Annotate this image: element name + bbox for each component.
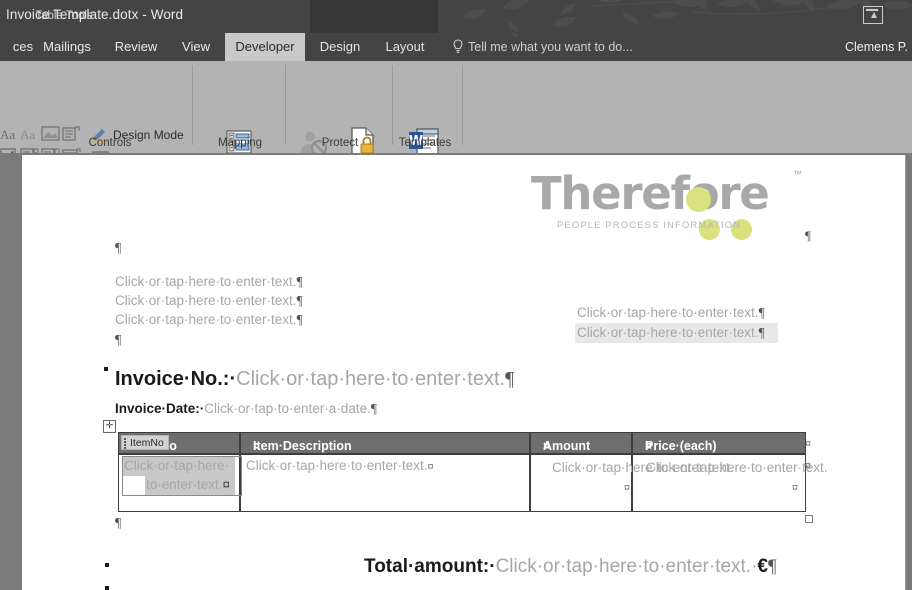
paragraph-mark-address-1: ¶ xyxy=(297,274,303,289)
cell-mark-price: ¤ xyxy=(792,480,798,494)
ribbon-tab-bar: ces Mailings Review View Developer Desig… xyxy=(0,33,912,61)
logo-dot-primary xyxy=(686,187,711,212)
table-resize-handle[interactable] xyxy=(805,515,813,523)
address-line-2-text[interactable]: Click·or·tap·here·to·enter·text. xyxy=(115,293,297,308)
address-line-2[interactable]: Click·or·tap·here·to·enter·text.¶ xyxy=(115,293,303,309)
content-control-tag-label: ItemNo xyxy=(130,437,164,449)
item-no-value-line-2[interactable]: to·enter·text.¤ xyxy=(146,477,230,492)
ribbon-display-options-icon[interactable] xyxy=(863,6,883,24)
content-control-drag-handle[interactable] xyxy=(124,438,127,449)
address-line-3[interactable]: Click·or·tap·here·to·enter·text.¶ xyxy=(115,312,303,328)
tab-layout[interactable]: Layout xyxy=(374,33,436,61)
paragraph-mark-address-3: ¶ xyxy=(297,312,303,327)
total-amount-label: Total·amount:· xyxy=(364,556,496,577)
table-header-cell-amount[interactable]: Amount¤ xyxy=(530,432,632,454)
window-title: Invoice Template.dotx - Word xyxy=(6,7,183,22)
group-separator-mapping xyxy=(285,65,286,145)
paragraph-mark-invoice-no: ¶ xyxy=(505,368,514,390)
group-label-templates: Templates xyxy=(390,136,460,150)
invoice-no-label: Invoice·No.:· xyxy=(115,368,236,390)
total-amount-line[interactable]: Total·amount:·Click·or·tap·here·to·enter… xyxy=(364,556,777,578)
group-label-controls: Controls xyxy=(30,136,190,150)
list-anchor-total xyxy=(105,563,109,567)
logo-wordmark: Therefore xyxy=(531,167,768,220)
document-page[interactable]: Therefore ™ PEOPLE PROCESS INFORMATION ¶… xyxy=(22,155,906,590)
amount-value[interactable]: Click·or·tap·here·to·enter·text.¤ xyxy=(552,458,630,497)
paragraph-mark-total: ¶ xyxy=(768,556,777,577)
paragraph-mark-recipient-2: ¶ xyxy=(759,325,765,340)
decorative-leaves-background xyxy=(442,0,912,33)
cell-mark-item-no: ¤ xyxy=(223,477,231,492)
paragraph-mark-after-table: ¶ xyxy=(115,516,121,532)
total-amount-value[interactable]: Click·or·tap·here·to·enter·text.· xyxy=(496,556,758,577)
lightbulb-icon xyxy=(452,39,464,55)
recipient-line-2-text[interactable]: Click·or·tap·here·to·enter·text. xyxy=(577,325,759,340)
currency-symbol: € xyxy=(757,556,768,577)
paragraph-mark-empty-1: ¶ xyxy=(115,241,121,257)
description-value-text[interactable]: Click·or·tap·here·to·enter·text. xyxy=(246,458,428,473)
cell-mark-description: ¤ xyxy=(428,459,434,473)
group-label-mapping: Mapping xyxy=(196,136,284,150)
tab-design[interactable]: Design xyxy=(310,33,370,61)
recipient-line-1-text[interactable]: Click·or·tap·here·to·enter·text. xyxy=(577,305,759,320)
group-label-protect: Protect xyxy=(290,136,390,150)
group-separator-controls xyxy=(192,65,193,145)
table-header-cell-price[interactable]: Price·(each)¤ xyxy=(632,432,806,454)
address-line-1-text[interactable]: Click·or·tap·here·to·enter·text. xyxy=(115,274,297,289)
address-line-3-text[interactable]: Click·or·tap·here·to·enter·text. xyxy=(115,312,297,327)
cell-mark-amount: ¤ xyxy=(624,480,630,494)
logo-trademark: ™ xyxy=(793,169,802,179)
list-anchor-invoice-no xyxy=(104,367,108,371)
logo-tagline: PEOPLE PROCESS INFORMATION xyxy=(557,220,741,231)
group-separator-protect xyxy=(392,65,393,145)
contextual-tools-band xyxy=(310,0,438,33)
user-account-name[interactable]: Clemens P. xyxy=(845,33,908,61)
group-separator-templates xyxy=(462,65,463,145)
rich-text-content-control-icon[interactable]: Aa xyxy=(0,127,15,143)
invoice-date-line[interactable]: Invoice·Date:·Click·or·tap·to·enter·a·da… xyxy=(115,401,377,417)
list-anchor-bottom xyxy=(105,586,109,590)
description-value[interactable]: Click·or·tap·here·to·enter·text.¤ xyxy=(246,458,434,474)
paragraph-mark-recipient-1: ¶ xyxy=(759,305,765,320)
paragraph-mark-empty-2: ¶ xyxy=(115,333,121,349)
table-header-cell-description[interactable]: Item·Description¤ xyxy=(240,432,530,454)
tab-view[interactable]: View xyxy=(172,33,220,61)
word-application-window: Table Tools Invoice Template.dotx - Word… xyxy=(0,0,912,590)
tab-review[interactable]: Review xyxy=(106,33,166,61)
content-control-tag-itemno[interactable]: ItemNo xyxy=(121,435,169,450)
invoice-no-line[interactable]: Invoice·No.:·Click·or·tap·here·to·enter·… xyxy=(115,368,514,391)
invoice-no-value[interactable]: Click·or·tap·here·to·enter·text. xyxy=(236,368,505,390)
ribbon: Aa Aa xyxy=(0,61,912,153)
paragraph-mark-invoice-date: ¶ xyxy=(371,401,377,416)
table-move-handle[interactable]: ✛ xyxy=(103,420,116,433)
recipient-line-1[interactable]: Click·or·tap·here·to·enter·text.¶ xyxy=(577,305,765,321)
address-line-1[interactable]: Click·or·tap·here·to·enter·text.¶ xyxy=(115,274,303,290)
price-value[interactable]: Click·or·tap·here·to·enter·text.¤ xyxy=(646,458,798,497)
paragraph-mark-address-2: ¶ xyxy=(297,293,303,308)
price-value-text[interactable]: Click·or·tap·here·to·enter·text. xyxy=(646,460,828,475)
tab-mailings[interactable]: Mailings xyxy=(34,33,100,61)
recipient-line-2[interactable]: Click·or·tap·here·to·enter·text.¶ xyxy=(577,325,765,341)
paragraph-mark-logo-line: ¶ xyxy=(805,228,811,244)
tell-me-search-box[interactable]: Tell me what you want to do... xyxy=(468,33,633,61)
end-of-row-mark-data: ¤ xyxy=(805,458,811,473)
tab-developer[interactable]: Developer xyxy=(225,33,305,61)
title-bar: Table Tools Invoice Template.dotx - Word xyxy=(0,0,912,33)
end-of-row-mark-header: ¤ xyxy=(805,436,811,451)
item-no-value-line-1[interactable]: Click·or·tap·here·to·enter·text.Click·or… xyxy=(124,458,229,473)
invoice-date-label: Invoice·Date:· xyxy=(115,401,204,416)
therefore-logo: Therefore ™ PEOPLE PROCESS INFORMATION xyxy=(531,167,806,237)
invoice-date-value[interactable]: Click·or·tap·to·enter·a·date. xyxy=(204,401,371,416)
